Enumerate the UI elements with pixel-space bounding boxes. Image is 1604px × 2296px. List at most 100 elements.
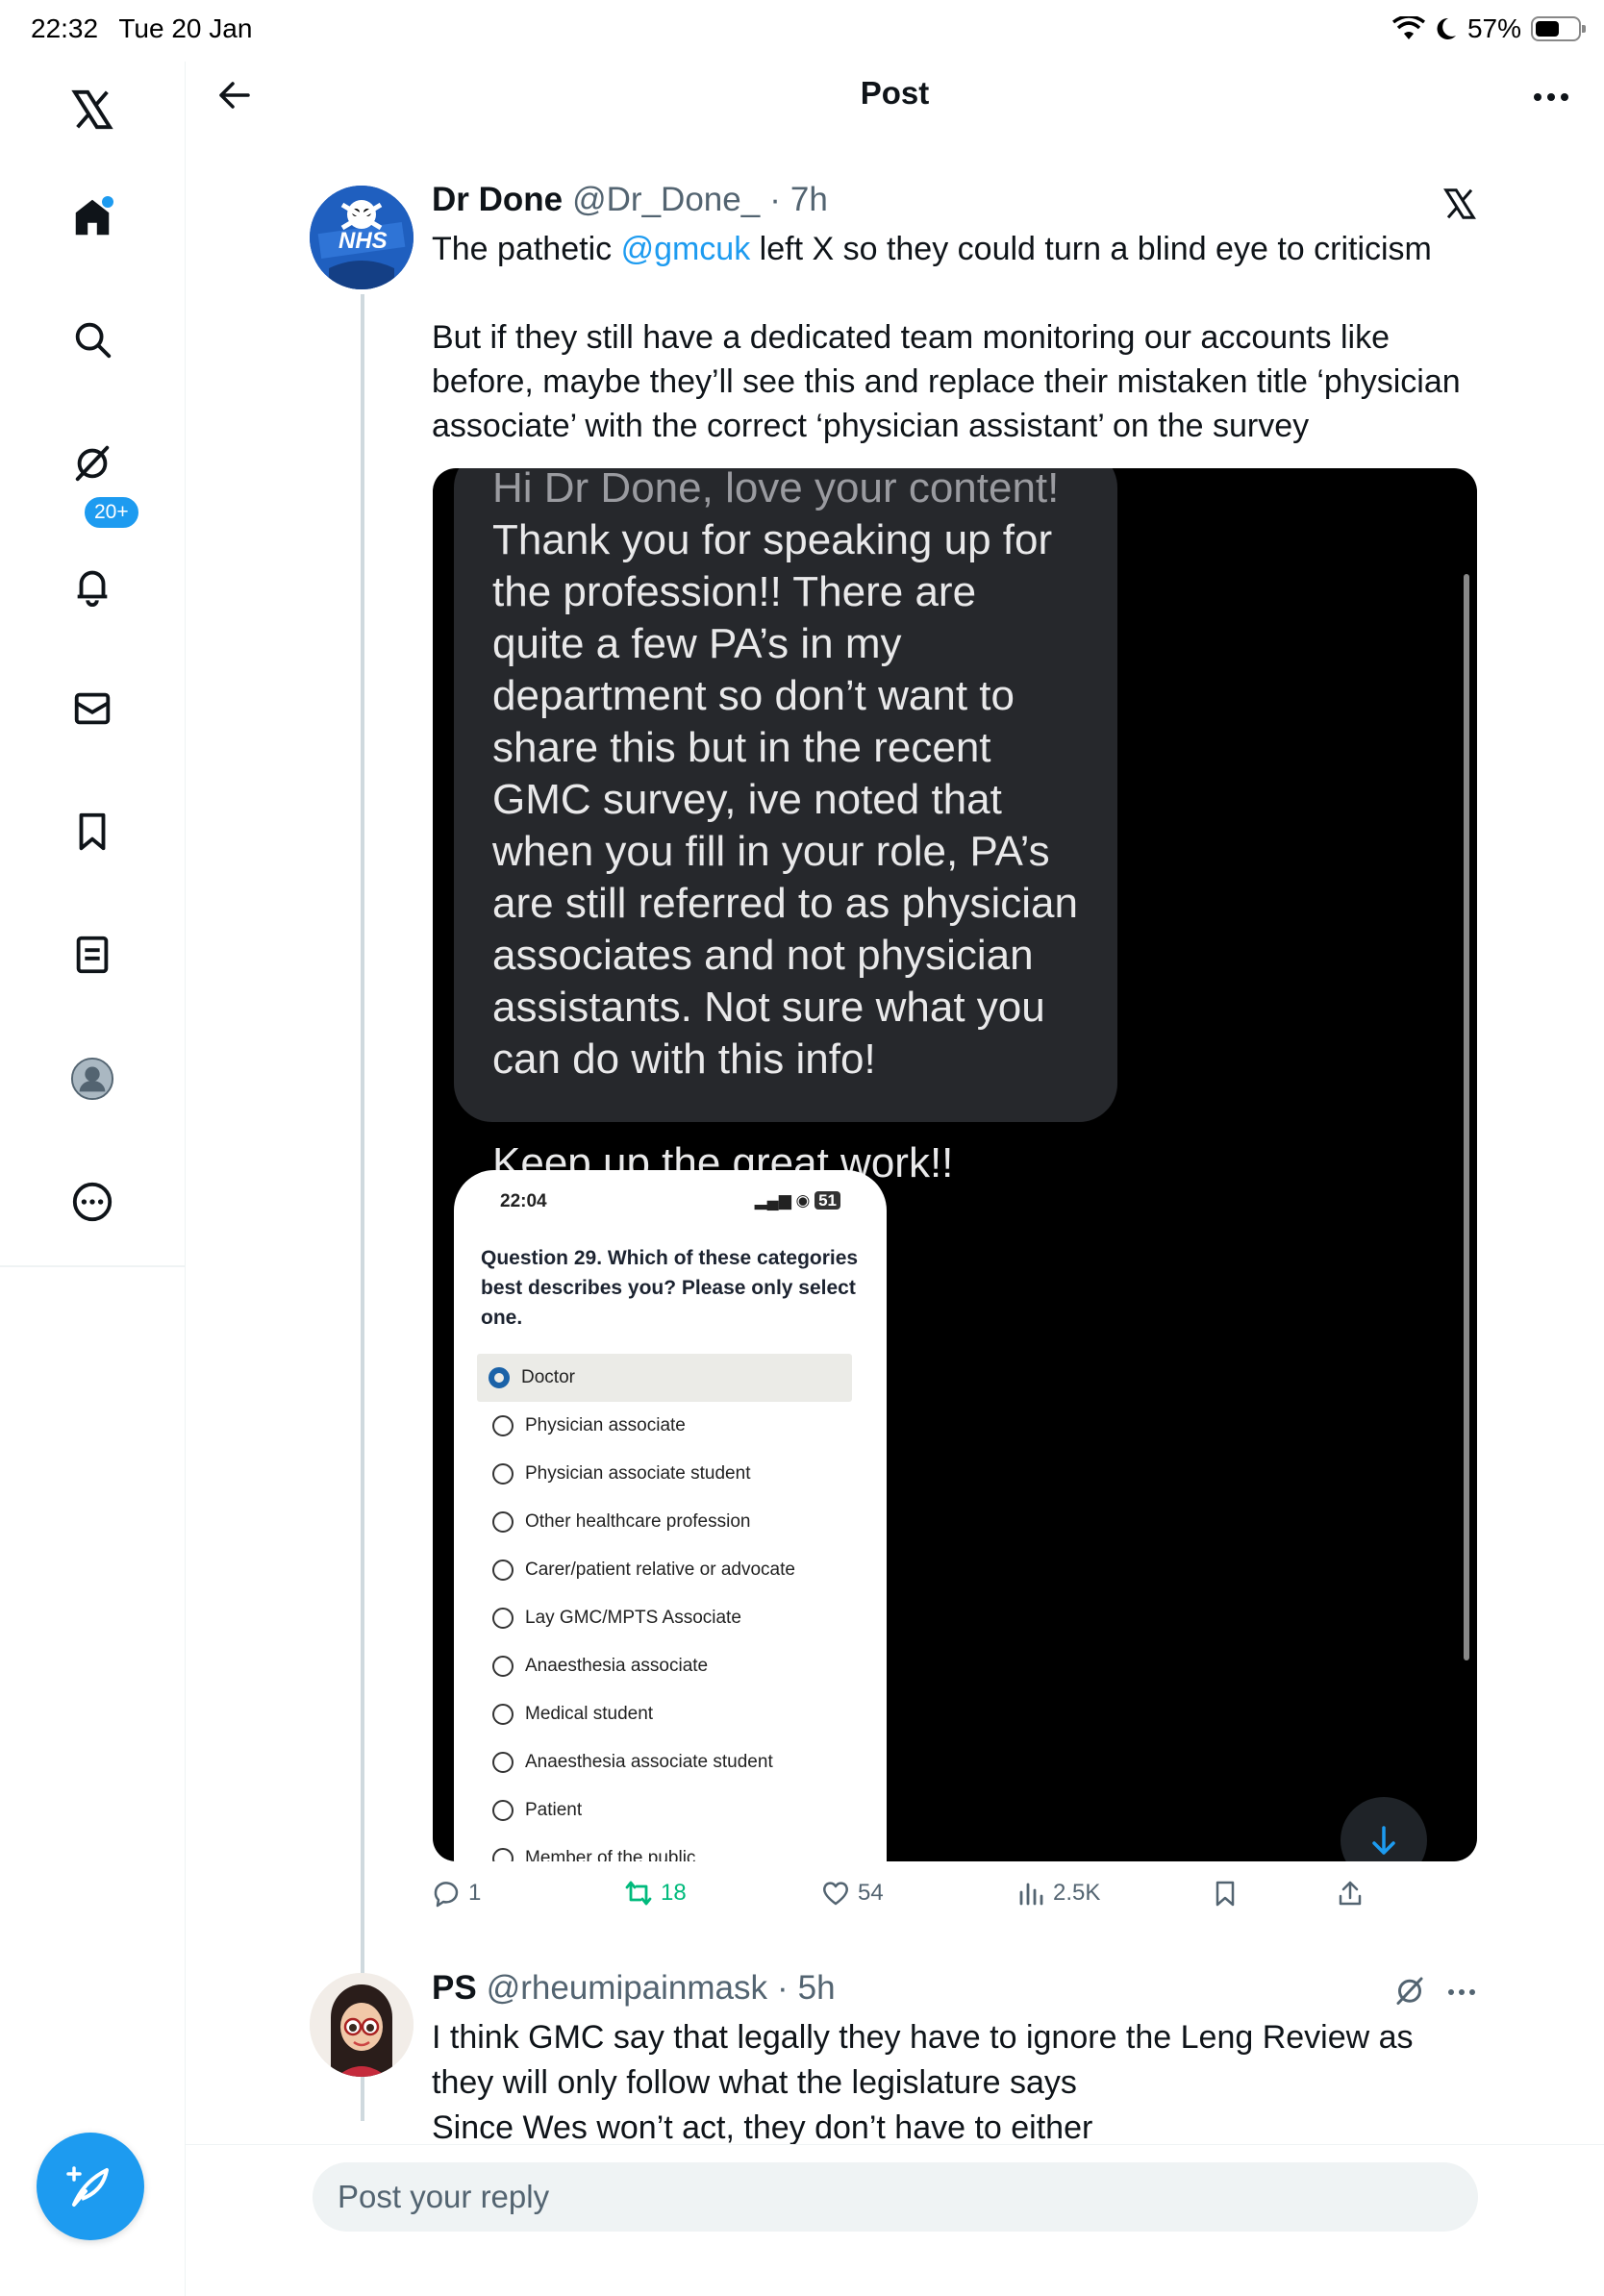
grok-icon[interactable] [63, 434, 121, 491]
separator: · [769, 181, 781, 218]
reply-author-avatar[interactable] [310, 1973, 414, 2077]
bookmark-button[interactable] [1211, 1879, 1240, 1908]
home-icon[interactable] [63, 188, 121, 246]
media-scrollbar[interactable] [1464, 574, 1469, 1660]
phone-battery: 51 [815, 1191, 840, 1210]
reply-author-name[interactable]: PS [432, 1969, 477, 2008]
survey-option-label: Other healthcare profession [525, 1511, 751, 1532]
repost-icon [625, 1881, 652, 1906]
survey-option-label: Anaesthesia associate [525, 1656, 709, 1676]
more-icon[interactable] [63, 1173, 121, 1231]
radio-button-icon [492, 1463, 514, 1485]
search-icon[interactable] [63, 311, 121, 368]
reply-grok-icon[interactable] [1392, 1973, 1431, 2011]
survey-option: Patient [481, 1786, 860, 1834]
bookmarks-icon[interactable] [63, 803, 121, 861]
views-chart-icon [1019, 1883, 1043, 1906]
post-body: The pathetic @gmcuk left X so they could… [432, 227, 1480, 492]
survey-option-label: Doctor [521, 1367, 575, 1387]
status-time-date: 22:32 Tue 20 Jan [31, 13, 265, 44]
author-avatar[interactable]: NHS [310, 186, 414, 289]
notification-count-badge: 20+ [83, 495, 140, 530]
home-unread-dot [102, 196, 113, 208]
post-source-x-icon[interactable] [1437, 181, 1483, 227]
mention-link[interactable]: @gmcuk [621, 231, 751, 267]
author-name[interactable]: Dr Done [432, 181, 563, 219]
share-icon [1339, 1881, 1362, 1906]
lists-icon[interactable] [63, 926, 121, 984]
x-logo-icon[interactable] [63, 81, 121, 138]
status-time: 22:32 [31, 13, 99, 43]
dm-greeting: Hi Dr Done, love your content! [492, 468, 1060, 512]
like-button[interactable]: 54 [821, 1879, 884, 1908]
dm-body: Thank you for speaking up for the profes… [492, 516, 1078, 1083]
wifi-icon [1391, 16, 1425, 39]
more-horizontal-icon [1534, 93, 1568, 101]
moon-icon [1437, 17, 1456, 39]
repost-count: 18 [661, 1880, 687, 1906]
reply-button[interactable]: 1 [432, 1879, 481, 1908]
post-action-bar: 1 18 54 2.5K [432, 1879, 1480, 1921]
survey-option-label: Anaesthesia associate student [525, 1752, 773, 1772]
radio-button-icon [492, 1704, 514, 1725]
reply-time[interactable]: 5h [798, 1969, 836, 2008]
survey-options: Doctor Physician associate Physician assoc… [477, 1354, 860, 1861]
post-media-image[interactable]: Hi Dr Done, love your content! Thank you… [433, 468, 1477, 1861]
survey-option: Medical student [481, 1690, 860, 1738]
reply-count: 1 [468, 1880, 482, 1906]
header-more-button[interactable] [1527, 73, 1575, 121]
avatar-nhs-text: NHS [338, 228, 388, 254]
post-paragraph-2: But if they still have a dedicated team … [432, 319, 1461, 444]
views-button[interactable]: 2.5K [1016, 1879, 1100, 1908]
author-handle[interactable]: @Dr_Done_ [572, 181, 760, 219]
post-time[interactable]: 7h [790, 181, 828, 219]
notifications-icon[interactable] [63, 557, 121, 614]
survey-option: Anaesthesia associate student [481, 1738, 860, 1786]
survey-option-label: Carer/patient relative or advocate [525, 1560, 795, 1580]
phone-status-bar: 22:04 ▂▄▆ ◉ 51 [481, 1191, 860, 1212]
radio-button-icon [492, 1608, 514, 1629]
arrow-down-icon [1372, 1826, 1395, 1855]
post-header: Post [186, 62, 1604, 129]
battery-percent: 57% [1466, 13, 1521, 43]
dm-message-bubble: Hi Dr Done, love your content! Thank you… [454, 468, 1117, 1186]
reply-input[interactable] [313, 2162, 1478, 2232]
survey-option: Other healthcare profession [481, 1498, 860, 1546]
messages-icon[interactable] [63, 680, 121, 737]
radio-button-icon [489, 1367, 510, 1388]
survey-question: Question 29. Which of these categories b… [481, 1247, 859, 1329]
status-date: Tue 20 Jan [118, 13, 253, 43]
survey-screenshot: 22:04 ▂▄▆ ◉ 51 Question 29. Which of the… [454, 1170, 887, 1861]
share-button[interactable] [1336, 1879, 1365, 1908]
survey-option-label: Lay GMC/MPTS Associate [525, 1608, 741, 1628]
bookmark-icon [1216, 1881, 1235, 1907]
survey-option: Member of the public [481, 1834, 860, 1861]
survey-option: Physician associate [481, 1402, 860, 1450]
more-horizontal-icon [1448, 1989, 1475, 1995]
like-count: 54 [858, 1880, 884, 1906]
radio-button-icon [492, 1656, 514, 1677]
survey-option: Carer/patient relative or advocate [481, 1546, 860, 1594]
thread-connector-line [361, 294, 364, 2121]
radio-button-icon [492, 1415, 514, 1436]
radio-button-icon [492, 1560, 514, 1581]
reply-composer-bar [186, 2144, 1604, 2296]
post-paragraph-1: The pathetic @gmcuk left X so they could… [432, 227, 1480, 271]
sidebar-divider [0, 1265, 186, 1267]
status-indicators: 57% [1391, 13, 1586, 44]
reply-author-handle[interactable]: @rheumipainmask [487, 1969, 767, 2008]
survey-option: Physician associate student [481, 1450, 860, 1498]
compose-post-button[interactable] [37, 2133, 144, 2240]
profile-icon[interactable] [63, 1050, 121, 1108]
scroll-down-button[interactable] [1341, 1797, 1427, 1861]
reply-icon [434, 1882, 459, 1908]
phone-indicators: ▂▄▆ ◉ 51 [755, 1191, 840, 1212]
repost-button[interactable]: 18 [624, 1879, 687, 1908]
radio-button-icon [492, 1848, 514, 1861]
reply-more-button[interactable] [1441, 1973, 1483, 2011]
radio-button-icon [492, 1752, 514, 1773]
radio-button-icon [492, 1511, 514, 1533]
survey-option: Doctor [477, 1354, 852, 1402]
survey-option: Lay GMC/MPTS Associate [481, 1594, 860, 1642]
radio-button-icon [492, 1800, 514, 1821]
